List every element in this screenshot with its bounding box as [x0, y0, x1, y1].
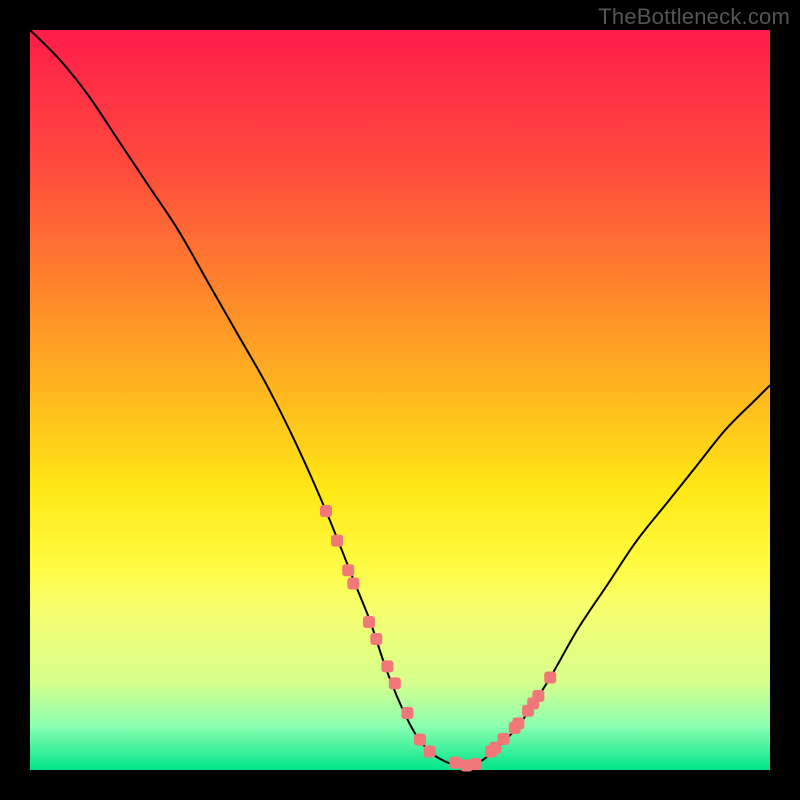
plot-area [30, 30, 770, 770]
chart-marker [331, 535, 343, 547]
chart-marker [389, 677, 401, 689]
chart-marker [342, 564, 354, 576]
chart-marker [370, 633, 382, 645]
chart-marker [450, 757, 462, 769]
chart-marker [512, 717, 524, 729]
chart-marker [544, 672, 556, 684]
marker-group [320, 505, 556, 772]
chart-marker [469, 758, 481, 770]
chart-marker [532, 690, 544, 702]
chart-marker [347, 578, 359, 590]
bottleneck-curve [30, 30, 770, 766]
chart-marker [498, 733, 510, 745]
chart-marker [381, 660, 393, 672]
chart-marker [424, 746, 436, 758]
chart-marker [414, 734, 426, 746]
watermark-label: TheBottleneck.com [598, 4, 790, 30]
chart-marker [320, 505, 332, 517]
chart-svg [30, 30, 770, 770]
chart-marker [363, 616, 375, 628]
chart-container: TheBottleneck.com [0, 0, 800, 800]
chart-marker [401, 707, 413, 719]
